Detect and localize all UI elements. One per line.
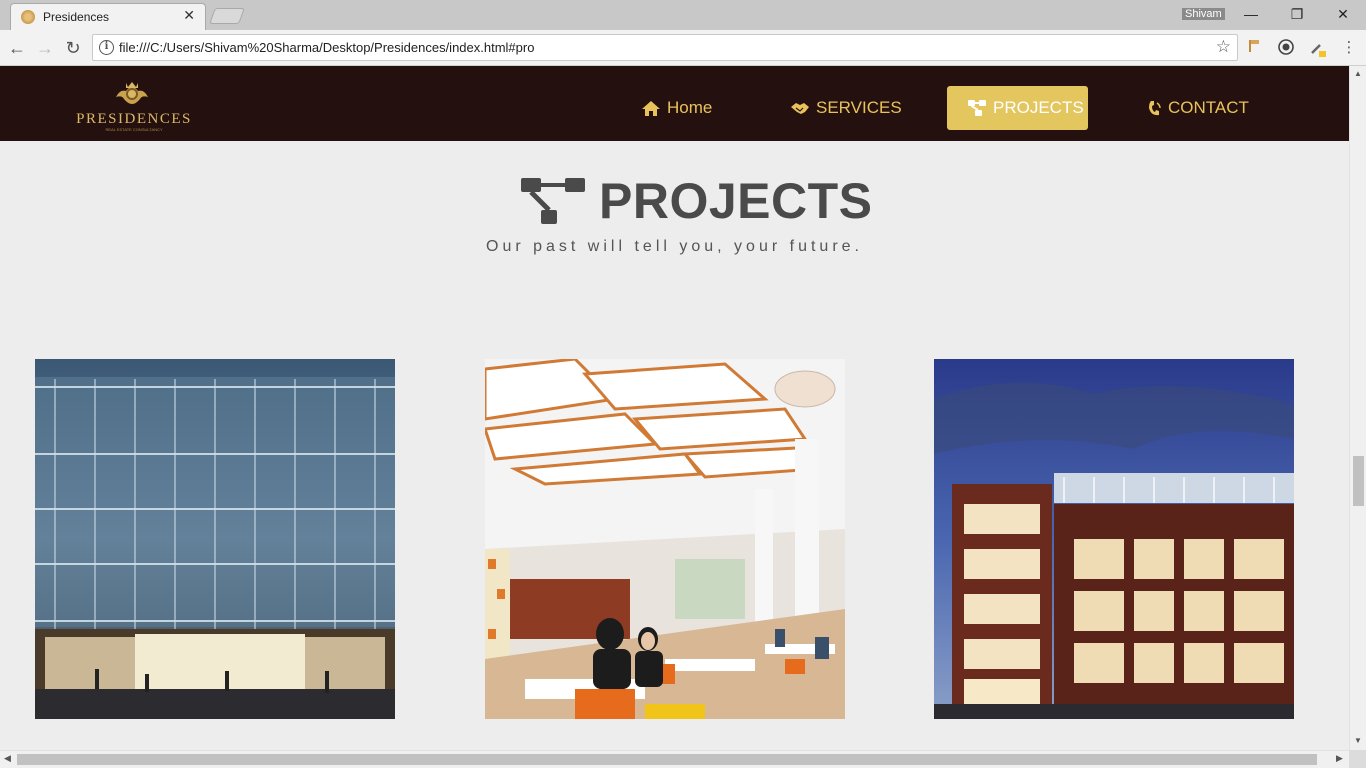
favicon-icon — [21, 10, 35, 24]
site-navbar: PRESIDENCES REAL ESTATE CONSULTANCY Home… — [0, 66, 1349, 141]
section-title: PROJECTS — [599, 173, 873, 229]
project-image-glass-building[interactable] — [35, 359, 395, 719]
menu-home[interactable]: Home — [641, 86, 712, 130]
handshake-icon — [790, 100, 810, 116]
menu-services[interactable]: SERVICES — [790, 86, 902, 130]
back-arrow-icon[interactable]: ← — [6, 37, 28, 59]
scrollbar-corner — [1349, 750, 1366, 768]
reload-icon[interactable]: ↻ — [62, 37, 84, 59]
vertical-scroll-thumb[interactable] — [1353, 456, 1364, 506]
profile-name[interactable]: Shivam — [1182, 8, 1225, 20]
restore-button[interactable]: ❐ — [1286, 4, 1308, 24]
menu-services-label: SERVICES — [816, 98, 902, 117]
horizontal-scroll-thumb[interactable] — [17, 754, 1317, 765]
eyedropper-extension-icon[interactable] — [1309, 39, 1327, 57]
minimize-button[interactable]: — — [1240, 4, 1262, 24]
browser-titlebar: Presidences ✕ Shivam — ❐ ✕ — [0, 0, 1366, 30]
tab-title: Presidences — [43, 10, 110, 24]
tab-close-button[interactable]: ✕ — [183, 7, 195, 24]
menu-kebab-icon[interactable]: ⋮ — [1340, 39, 1358, 57]
extension-flag-icon[interactable] — [1245, 39, 1263, 57]
vertical-scrollbar[interactable]: ▲ ▼ — [1349, 66, 1366, 750]
scroll-down-arrow-icon[interactable]: ▼ — [1354, 736, 1362, 745]
phone-icon — [1148, 100, 1162, 117]
site-logo[interactable]: PRESIDENCES REAL ESTATE CONSULTANCY — [64, 79, 204, 132]
close-window-button[interactable]: ✕ — [1332, 4, 1354, 24]
logo-wordmark: PRESIDENCES — [76, 111, 192, 127]
horizontal-scrollbar[interactable]: ◀ ▶ — [0, 750, 1349, 768]
forward-arrow-icon[interactable]: → — [34, 37, 56, 59]
menu-projects[interactable]: PROJECTS — [947, 86, 1088, 130]
project-image-brick-building[interactable] — [934, 359, 1294, 719]
new-tab-button[interactable] — [209, 8, 245, 24]
section-heading: PROJECTS — [521, 172, 873, 230]
scroll-right-arrow-icon[interactable]: ▶ — [1336, 753, 1343, 764]
sitemap-icon — [521, 178, 585, 224]
address-bar[interactable]: i file:///C:/Users/Shivam%20Sharma/Deskt… — [92, 34, 1238, 61]
home-icon — [641, 100, 661, 117]
browser-toolbar: ← → ↻ i file:///C:/Users/Shivam%20Sharma… — [0, 30, 1366, 66]
bookmark-star-icon[interactable]: ☆ — [1216, 37, 1231, 57]
url-text[interactable]: file:///C:/Users/Shivam%20Sharma/Desktop… — [119, 40, 534, 55]
sitemap-icon — [967, 99, 987, 117]
section-tagline: Our past will tell you, your future. — [486, 238, 863, 255]
menu-projects-label: PROJECTS — [993, 98, 1084, 117]
menu-home-label: Home — [667, 98, 713, 117]
scroll-up-arrow-icon[interactable]: ▲ — [1354, 69, 1362, 78]
record-extension-icon[interactable] — [1277, 39, 1295, 57]
menu-contact-label: CONTACT — [1168, 98, 1249, 117]
scroll-left-arrow-icon[interactable]: ◀ — [4, 753, 11, 764]
info-icon[interactable]: i — [99, 40, 114, 55]
lion-crest-icon — [116, 82, 148, 104]
browser-tab[interactable]: Presidences ✕ — [10, 3, 206, 30]
menu-contact[interactable]: CONTACT — [1148, 86, 1249, 130]
project-image-cafeteria[interactable] — [485, 359, 845, 719]
logo-subtitle: REAL ESTATE CONSULTANCY — [105, 127, 163, 132]
page-viewport: PRESIDENCES REAL ESTATE CONSULTANCY Home… — [0, 66, 1349, 750]
